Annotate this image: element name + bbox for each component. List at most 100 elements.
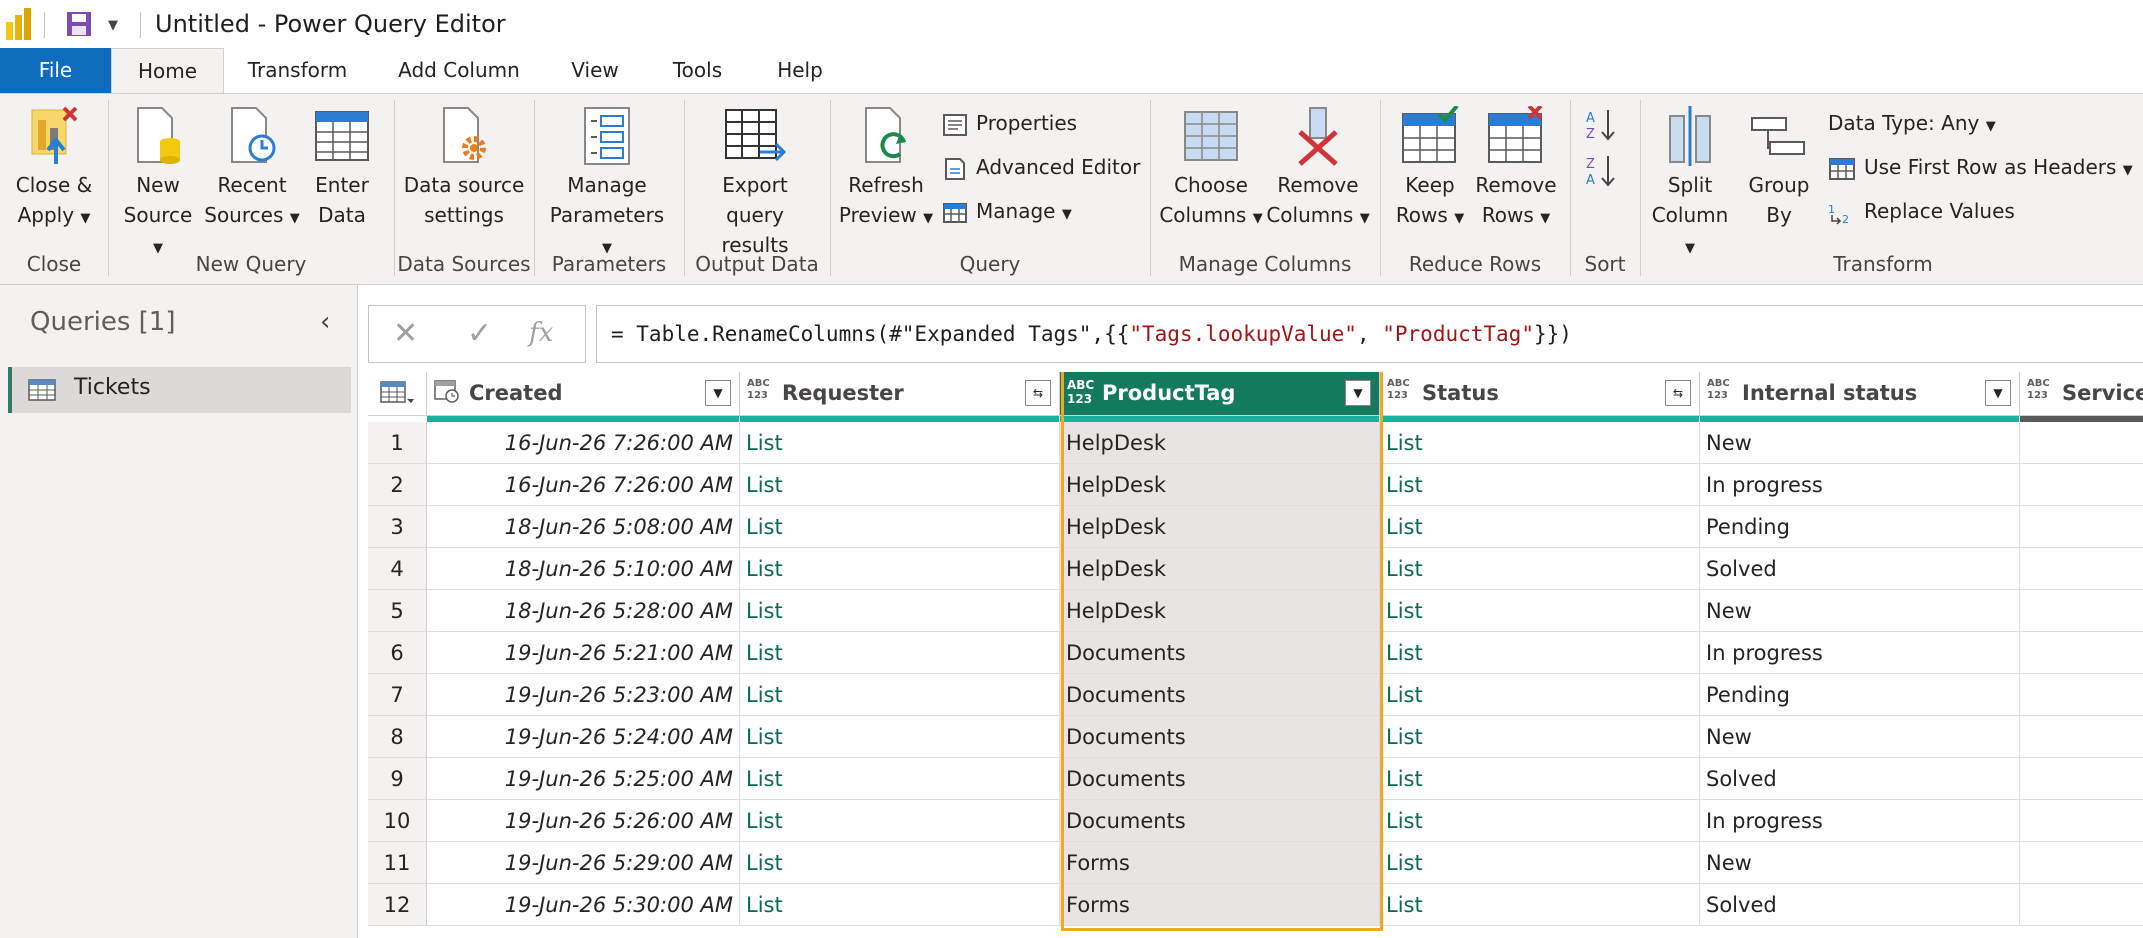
group-label-data-sources: Data Sources [397,252,531,276]
column-header-requester[interactable]: ABC 123 Requester ⇆ [740,372,1060,416]
chevron-down-icon: ▼ [1061,207,1072,222]
list-link-cell[interactable]: List [740,716,1060,758]
list-link-cell[interactable]: List [1380,590,1700,632]
list-link-cell[interactable]: List [1380,548,1700,590]
column-header-producttag[interactable]: ABC 123 ProductTag ▼ [1060,372,1380,416]
tab-add-column[interactable]: Add Column [385,48,533,93]
tab-transform[interactable]: Transform [230,48,365,93]
row-number: 5 [368,590,427,632]
svg-text:A: A [1586,111,1595,126]
close-apply-button[interactable]: Close & Apply ▼ [6,106,102,234]
table-cell: 18-Jun-26 5:08:00 AM [427,506,740,548]
keep-rows-icon [1402,106,1459,163]
tab-file[interactable]: File [0,48,111,93]
refresh-preview-button[interactable]: Refresh Preview ▼ [838,106,934,234]
replace-values-button[interactable]: 1 2 Replace Values [1828,196,2015,226]
table-cell: Documents [1060,758,1380,800]
list-link-cell[interactable]: List [1380,842,1700,884]
list-link-cell[interactable]: List [740,842,1060,884]
commit-formula-icon[interactable]: ✓ [467,316,492,351]
list-link-cell[interactable]: List [1380,884,1700,926]
tab-home[interactable]: Home [111,48,224,95]
row-number: 7 [368,674,427,716]
column-filter-dropdown-icon[interactable]: ▼ [1345,380,1371,406]
list-link-cell[interactable]: List [1380,758,1700,800]
cancel-formula-icon[interactable]: ✕ [393,316,418,351]
table-menu-icon[interactable] [380,381,414,407]
advanced-editor-button[interactable]: Advanced Editor [942,152,1140,182]
column-header-service[interactable]: ABC 123 Service [2020,372,2143,416]
row-number: 3 [368,506,427,548]
recent-sources-icon [231,107,276,163]
export-table-icon [725,109,786,162]
column-header-internal-status[interactable]: ABC 123 Internal status ▼ [1700,372,2020,416]
svg-text:Z: Z [1586,157,1595,172]
data-type-dropdown[interactable]: Data Type: Any ▼ [1828,108,1996,138]
new-source-button[interactable]: New Source ▼ [116,106,200,264]
sort-ascending-button[interactable]: AZ [1586,108,1624,142]
remove-columns-button[interactable]: Remove Columns ▼ [1266,106,1370,234]
use-first-row-headers-button[interactable]: Use First Row as Headers ▼ [1828,152,2133,182]
enter-data-button[interactable]: Enter Data [304,106,380,230]
save-icon[interactable] [66,11,92,37]
column-filter-dropdown-icon[interactable]: ▼ [1985,380,2011,406]
column-header-created[interactable]: Created ▼ [427,372,740,416]
export-query-results-button[interactable]: Export query results [692,106,818,260]
list-link-cell[interactable]: List [740,590,1060,632]
formula-input[interactable]: = Table.RenameColumns(#"Expanded Tags",{… [596,305,2143,363]
column-header-label: Service [2062,381,2143,405]
list-link-cell[interactable]: List [740,758,1060,800]
list-link-cell[interactable]: List [740,800,1060,842]
recent-sources-button[interactable]: Recent Sources ▼ [204,106,300,234]
column-header-label: ProductTag [1102,381,1236,405]
list-link-cell[interactable]: List [1380,422,1700,464]
list-link-cell[interactable]: List [740,884,1060,926]
column-header-label: Created [469,381,563,405]
list-link-cell[interactable]: List [740,674,1060,716]
collapse-pane-icon[interactable]: ‹ [320,307,330,337]
column-expand-icon[interactable]: ⇆ [1025,380,1051,406]
tab-view[interactable]: View [555,48,635,93]
split-column-button[interactable]: Split Column ▼ [1648,106,1732,264]
list-link-cell[interactable]: List [1380,506,1700,548]
query-item-tickets[interactable]: Tickets [8,367,351,413]
list-link-cell[interactable]: List [740,632,1060,674]
replace-values-icon: 12 [1828,203,1849,226]
list-link-cell[interactable]: List [740,548,1060,590]
table-cell [2020,674,2143,716]
list-link-cell[interactable]: List [1380,716,1700,758]
chevron-down-icon: ▼ [2122,163,2133,178]
list-link-cell[interactable]: List [740,422,1060,464]
manage-parameters-button[interactable]: Manage Parameters ▼ [542,106,672,264]
quick-access-dropdown-icon[interactable]: ▼ [108,18,118,33]
properties-button[interactable]: Properties [942,108,1077,138]
column-filter-dropdown-icon[interactable]: ▼ [705,380,731,406]
keep-rows-button[interactable]: Keep Rows ▼ [1388,106,1472,234]
list-link-cell[interactable]: List [1380,800,1700,842]
table-cell: New [1700,842,2020,884]
table-cell: Forms [1060,884,1380,926]
fx-icon[interactable]: fx [529,318,553,348]
table-cell: Pending [1700,506,2020,548]
table-corner-menu[interactable] [368,372,427,416]
group-by-button[interactable]: Group By [1740,106,1818,230]
choose-columns-button[interactable]: Choose Columns ▼ [1158,106,1264,234]
column-expand-icon[interactable]: ⇆ [1665,380,1691,406]
sort-descending-button[interactable]: ZA [1586,154,1624,188]
column-header-label: Internal status [1742,381,1918,405]
tab-tools[interactable]: Tools [660,48,735,93]
list-link-cell[interactable]: List [1380,632,1700,674]
list-link-cell[interactable]: List [740,464,1060,506]
data-source-settings-button[interactable]: Data source settings [402,106,526,230]
column-header-status[interactable]: ABC 123 Status ⇆ [1380,372,1700,416]
queries-title: Queries [1] [30,307,176,337]
chevron-down-icon: ▼ [1359,211,1370,226]
list-link-cell[interactable]: List [740,506,1060,548]
tab-help[interactable]: Help [765,48,835,93]
remove-rows-button[interactable]: Remove Rows ▼ [1474,106,1558,234]
table-cell: 19-Jun-26 5:23:00 AM [427,674,740,716]
list-link-cell[interactable]: List [1380,464,1700,506]
manage-button[interactable]: Manage ▼ [942,196,1072,226]
list-link-cell[interactable]: List [1380,674,1700,716]
chevron-down-icon: ▼ [1252,211,1263,226]
